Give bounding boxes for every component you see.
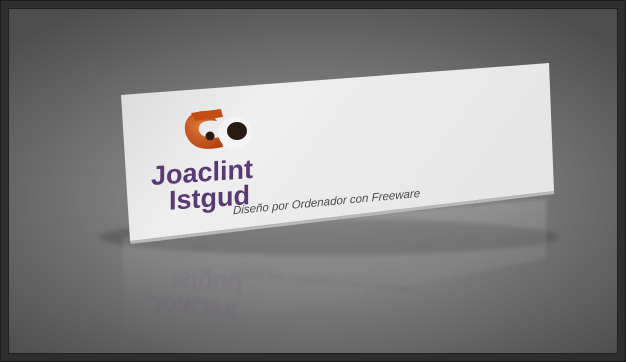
render-frame: Joaclint Istgud Diseño por Ordenador con…: [0, 0, 626, 362]
scene: Joaclint Istgud Diseño por Ordenador con…: [99, 63, 559, 339]
render-viewport: Joaclint Istgud Diseño por Ordenador con…: [8, 8, 618, 354]
